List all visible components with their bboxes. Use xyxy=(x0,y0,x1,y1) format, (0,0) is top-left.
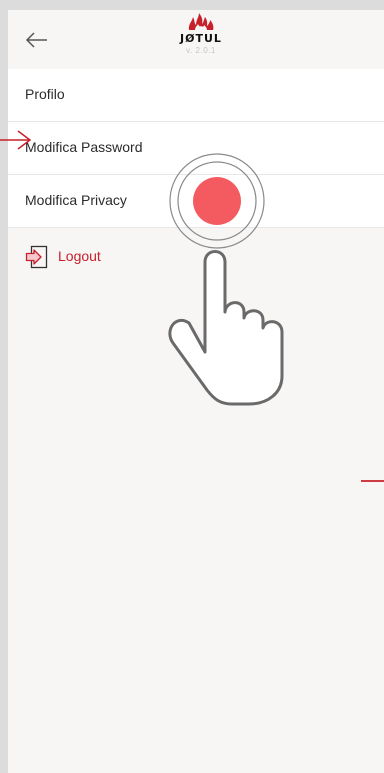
menu-item-modifica-password[interactable]: Modifica Password xyxy=(8,122,384,175)
menu-item-modifica-privacy[interactable]: Modifica Privacy xyxy=(8,175,384,228)
logout-icon xyxy=(25,245,48,269)
app-version: v. 2.0.1 xyxy=(186,46,216,55)
jotul-logo: JØTUL v. 2.0.1 xyxy=(166,13,236,65)
back-arrow-icon xyxy=(25,32,47,48)
logout-label: Logout xyxy=(58,248,101,264)
flame-icon xyxy=(188,13,214,30)
menu-item-profilo[interactable]: Profilo xyxy=(8,69,384,122)
app-screen: JØTUL v. 2.0.1 Profilo Modifica Password… xyxy=(8,10,384,773)
app-header: JØTUL v. 2.0.1 xyxy=(8,10,384,69)
settings-menu: Profilo Modifica Password Modifica Priva… xyxy=(8,69,384,228)
logout-button[interactable]: Logout xyxy=(25,245,135,269)
menu-item-label: Modifica Password xyxy=(25,139,143,155)
menu-item-label: Profilo xyxy=(25,86,65,102)
back-button[interactable] xyxy=(22,28,52,52)
logo-wordmark: JØTUL xyxy=(180,32,222,45)
menu-item-label: Modifica Privacy xyxy=(25,192,127,208)
